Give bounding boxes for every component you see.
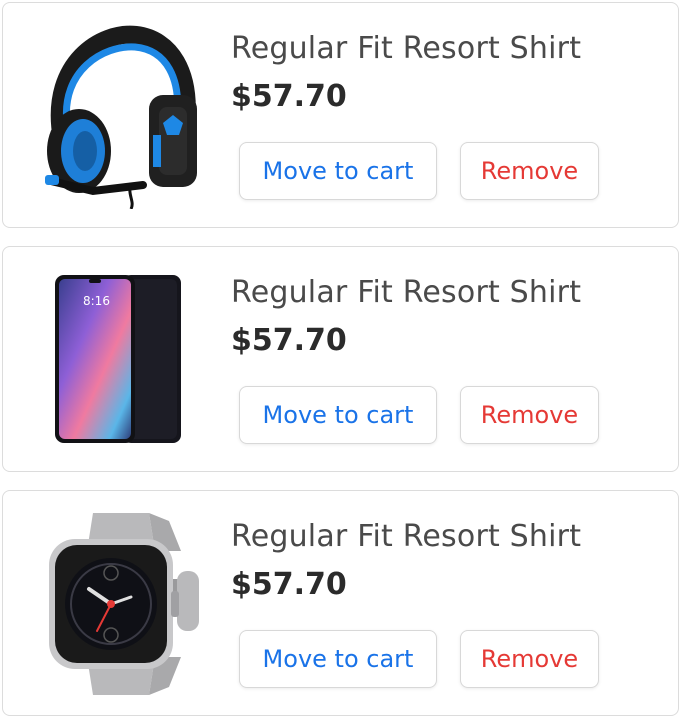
headset-image xyxy=(31,23,211,209)
move-to-cart-button[interactable]: Move to cart xyxy=(239,630,437,688)
product-price: $57.70 xyxy=(231,79,347,114)
product-title: Regular Fit Resort Shirt xyxy=(231,275,582,310)
wishlist: Regular Fit Resort Shirt $57.70 Move to … xyxy=(0,0,683,719)
remove-button[interactable]: Remove xyxy=(460,142,599,200)
wishlist-item: Regular Fit Resort Shirt $57.70 Move to … xyxy=(2,490,679,716)
remove-button[interactable]: Remove xyxy=(460,386,599,444)
move-to-cart-button[interactable]: Move to cart xyxy=(239,142,437,200)
product-price: $57.70 xyxy=(231,323,347,358)
product-price: $57.70 xyxy=(231,567,347,602)
smartphone-image: 8:16 xyxy=(31,267,211,453)
wishlist-item: Regular Fit Resort Shirt $57.70 Move to … xyxy=(2,2,679,228)
svg-text:8:16: 8:16 xyxy=(83,294,110,308)
product-title: Regular Fit Resort Shirt xyxy=(231,31,582,66)
wishlist-item: 8:16 Regular Fit Resort Shirt $57.70 Mov… xyxy=(2,246,679,472)
product-title: Regular Fit Resort Shirt xyxy=(231,519,582,554)
remove-button[interactable]: Remove xyxy=(460,630,599,688)
smartwatch-image xyxy=(31,511,211,697)
move-to-cart-button[interactable]: Move to cart xyxy=(239,386,437,444)
